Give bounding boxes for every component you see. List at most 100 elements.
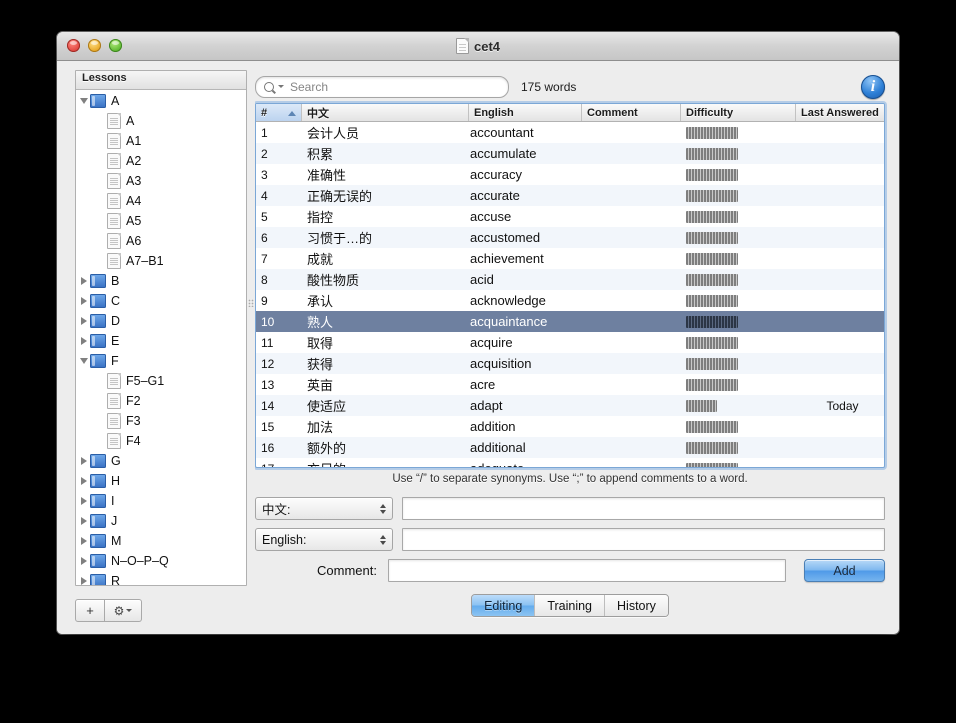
tree-item-c[interactable]: C: [76, 291, 246, 311]
cell-index: 17: [256, 462, 302, 468]
chinese-language-popup[interactable]: 中文:: [255, 497, 393, 520]
tree-item-f5-g1[interactable]: F5–G1: [76, 371, 246, 391]
table-row[interactable]: 13 英亩 acre: [256, 374, 884, 395]
disclosure-closed-icon[interactable]: [78, 517, 90, 525]
title-bar[interactable]: cet4: [57, 32, 899, 61]
search-input[interactable]: Search: [255, 75, 509, 98]
disclosure-closed-icon[interactable]: [78, 317, 90, 325]
table-row[interactable]: 7 成就 achievement: [256, 248, 884, 269]
tab-editing[interactable]: Editing: [472, 595, 535, 616]
table-row[interactable]: 11 取得 acquire: [256, 332, 884, 353]
chinese-popup-label: 中文:: [262, 503, 291, 517]
cell-chinese: 积累: [307, 147, 334, 162]
tree-item-a5[interactable]: A5: [76, 211, 246, 231]
column-header-num[interactable]: #: [256, 104, 302, 121]
disclosure-closed-icon[interactable]: [78, 297, 90, 305]
file-icon: [107, 213, 121, 229]
tree-item-a[interactable]: A: [76, 111, 246, 131]
tab-training[interactable]: Training: [534, 595, 605, 616]
tree-item-f4[interactable]: F4: [76, 431, 246, 451]
table-row[interactable]: 17充足的adequate: [256, 458, 884, 467]
plus-icon: +: [86, 603, 94, 618]
disclosure-closed-icon[interactable]: [78, 537, 90, 545]
tree-item-a6[interactable]: A6: [76, 231, 246, 251]
tree-item-label: F5–G1: [126, 374, 165, 388]
file-icon: [107, 433, 121, 449]
column-header-label: #: [261, 107, 268, 119]
disclosure-open-icon[interactable]: [78, 98, 90, 104]
column-header-diff[interactable]: Difficulty: [681, 104, 796, 121]
table-header[interactable]: # 中文 English Comment Difficulty Last Answered: [256, 104, 884, 122]
cell-english: accustomed: [470, 230, 541, 245]
english-input[interactable]: [402, 528, 885, 551]
tree-item-label: N–O–P–Q: [111, 554, 169, 568]
disclosure-closed-icon[interactable]: [78, 577, 90, 585]
tree-item-a1[interactable]: A1: [76, 131, 246, 151]
splitter[interactable]: [247, 61, 255, 634]
table-row[interactable]: 15 加法 addition: [256, 416, 884, 437]
tree-item-a[interactable]: A: [76, 91, 246, 111]
disclosure-closed-icon[interactable]: [78, 497, 90, 505]
column-header-zh[interactable]: 中文: [302, 104, 469, 121]
column-header-com[interactable]: Comment: [582, 104, 681, 121]
tree-item-e[interactable]: E: [76, 331, 246, 351]
chevron-down-icon[interactable]: [278, 85, 284, 88]
disclosure-closed-icon[interactable]: [78, 557, 90, 565]
disclosure-closed-icon[interactable]: [78, 277, 90, 285]
tree-item-label: A2: [126, 154, 142, 168]
column-header-last[interactable]: Last Answered: [796, 104, 884, 121]
file-icon: [107, 373, 121, 389]
tree-item-m[interactable]: M: [76, 531, 246, 551]
table-row[interactable]: 12 获得 acquisition: [256, 353, 884, 374]
tree-item-r[interactable]: R: [76, 571, 246, 585]
add-button[interactable]: Add: [804, 559, 885, 582]
comment-input[interactable]: [388, 559, 786, 582]
table-row[interactable]: 6 习惯于…的 accustomed: [256, 227, 884, 248]
table-row[interactable]: 2 积累 accumulate: [256, 143, 884, 164]
cell-difficulty: [681, 210, 796, 223]
mode-segments[interactable]: Editing Training History: [471, 594, 669, 617]
table-row[interactable]: 3 准确性 accuracy: [256, 164, 884, 185]
tree-item-g[interactable]: G: [76, 451, 246, 471]
table-body[interactable]: 1 会计人员 accountant 2 积累 accumulate 3 准确性 accuracy…: [256, 122, 884, 467]
tree-item-f3[interactable]: F3: [76, 411, 246, 431]
lessons-tree-box: Lessons A A A1 A2 A3 A4 A5 A6 A7–B1 B C D E F F5–G1 F2 F…: [75, 70, 247, 586]
info-icon[interactable]: i: [861, 74, 885, 99]
tree-item-h[interactable]: H: [76, 471, 246, 491]
table-row[interactable]: 16 额外的 additional: [256, 437, 884, 458]
table-row[interactable]: 1 会计人员 accountant: [256, 122, 884, 143]
tree-item-d[interactable]: D: [76, 311, 246, 331]
english-language-popup[interactable]: English:: [255, 528, 393, 551]
tree-item-a2[interactable]: A2: [76, 151, 246, 171]
table-row[interactable]: 14 使适应 adapt Today: [256, 395, 884, 416]
cell-chinese: 准确性: [307, 168, 347, 183]
disclosure-closed-icon[interactable]: [78, 457, 90, 465]
lessons-tree[interactable]: A A A1 A2 A3 A4 A5 A6 A7–B1 B C D E F F5–G1 F2 F3 F4 G H I J M…: [76, 90, 246, 585]
tree-item-a3[interactable]: A3: [76, 171, 246, 191]
table-row[interactable]: 5 指控 accuse: [256, 206, 884, 227]
cell-english: accuse: [470, 209, 512, 224]
disclosure-closed-icon[interactable]: [78, 337, 90, 345]
tree-item-f[interactable]: F: [76, 351, 246, 371]
tree-item-f2[interactable]: F2: [76, 391, 246, 411]
tree-item-a4[interactable]: A4: [76, 191, 246, 211]
tree-item-j[interactable]: J: [76, 511, 246, 531]
splitter-handle[interactable]: [248, 299, 254, 307]
chinese-input[interactable]: [402, 497, 885, 520]
folder-icon: [90, 314, 106, 328]
tree-item-b[interactable]: B: [76, 271, 246, 291]
table-row[interactable]: 4 正确无误的 accurate: [256, 185, 884, 206]
column-header-en[interactable]: English: [469, 104, 582, 121]
add-lesson-button[interactable]: +: [75, 599, 105, 622]
disclosure-closed-icon[interactable]: [78, 477, 90, 485]
tab-history[interactable]: History: [604, 595, 668, 616]
word-table[interactable]: # 中文 English Comment Difficulty Last Answered…: [255, 103, 885, 468]
tree-item-n-o-p-q[interactable]: N–O–P–Q: [76, 551, 246, 571]
tree-item-a7-b1[interactable]: A7–B1: [76, 251, 246, 271]
table-row[interactable]: 10 熟人 acquaintance: [256, 311, 884, 332]
lesson-actions-button[interactable]: ⚙: [105, 599, 142, 622]
disclosure-open-icon[interactable]: [78, 358, 90, 364]
tree-item-i[interactable]: I: [76, 491, 246, 511]
table-row[interactable]: 9 承认 acknowledge: [256, 290, 884, 311]
table-row[interactable]: 8 酸性物质 acid: [256, 269, 884, 290]
